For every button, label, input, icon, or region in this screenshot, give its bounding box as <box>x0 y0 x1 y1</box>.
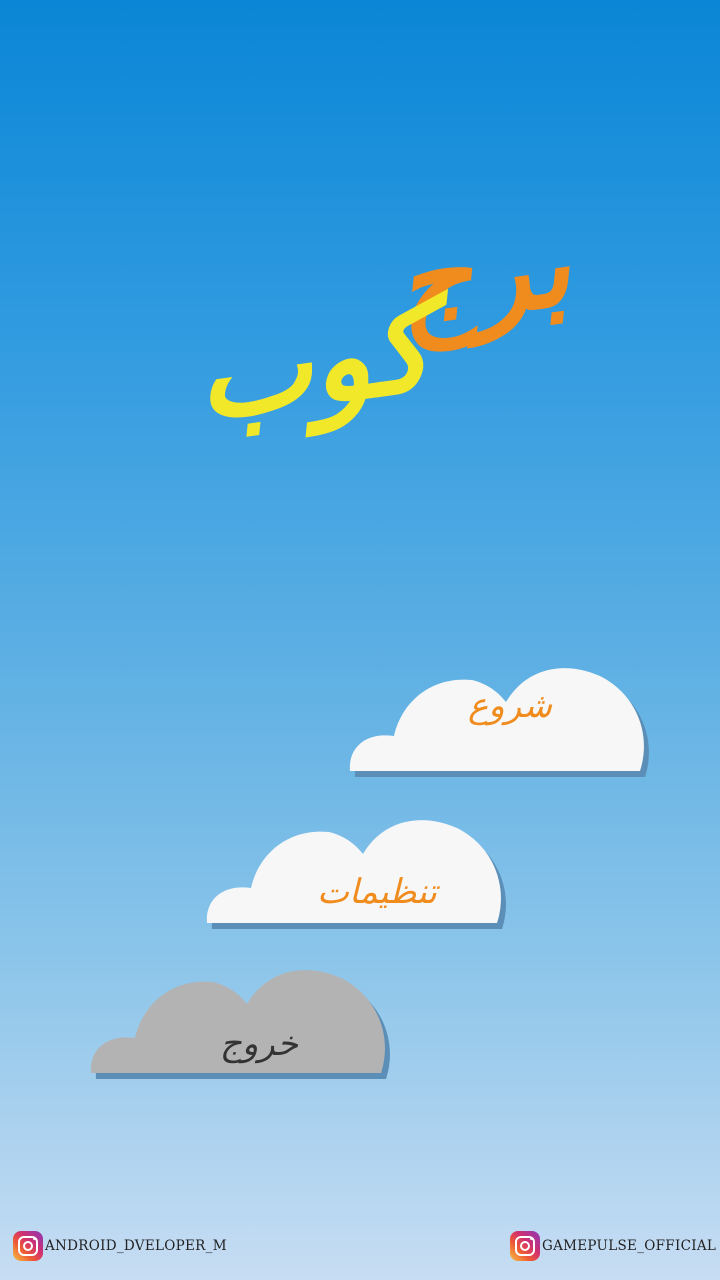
instagram-link-gamepulse[interactable]: GAMEPULSE_OFFICIAL <box>510 1230 716 1262</box>
start-label: شروع <box>468 686 552 726</box>
title-word-koob: کوب <box>186 273 440 449</box>
main-menu-screen: برج کوب شروع تنظیمات خروج ANDROID_DVELOP… <box>0 0 720 1280</box>
settings-label: تنظیمات <box>317 872 437 912</box>
instagram-icon <box>13 1231 43 1261</box>
exit-button[interactable]: خروج <box>90 968 395 1084</box>
instagram-link-developer[interactable]: ANDROID_DVELOPER_M <box>13 1230 227 1262</box>
instagram-handle-developer: ANDROID_DVELOPER_M <box>45 1238 227 1254</box>
instagram-handle-gamepulse: GAMEPULSE_OFFICIAL <box>542 1238 717 1254</box>
start-button[interactable]: شروع <box>349 666 654 782</box>
exit-label: خروج <box>219 1024 299 1064</box>
instagram-icon <box>510 1231 540 1261</box>
settings-button[interactable]: تنظیمات <box>206 818 511 934</box>
